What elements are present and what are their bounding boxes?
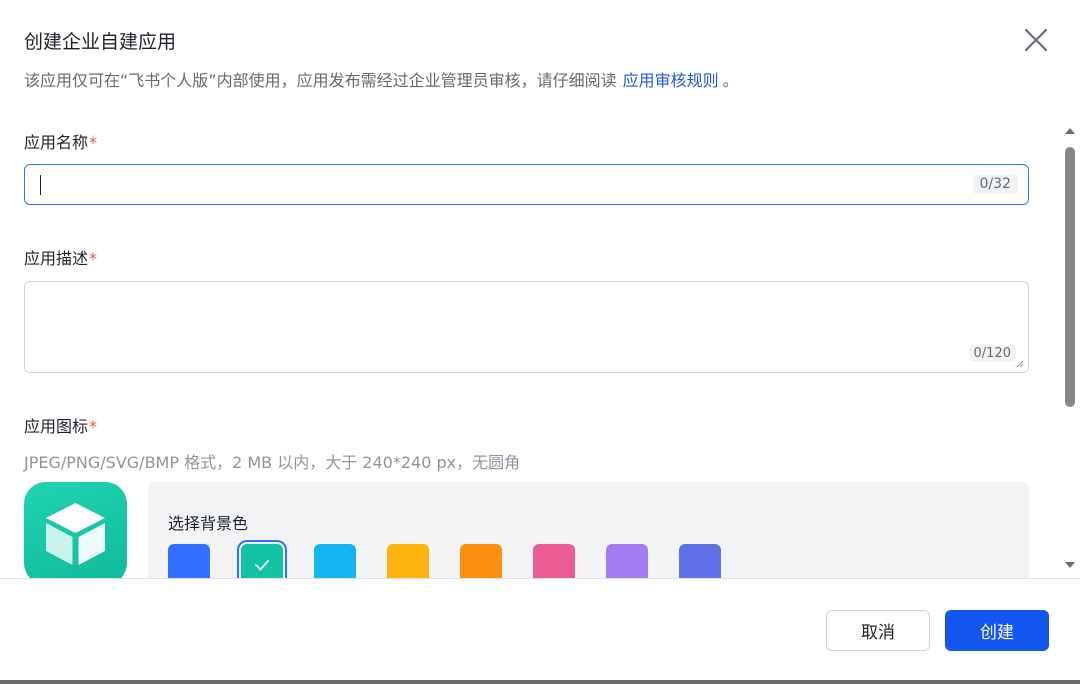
- required-mark: *: [89, 417, 98, 436]
- color-swatch[interactable]: [314, 544, 356, 578]
- window-bottom-edge: [0, 680, 1080, 684]
- color-swatch[interactable]: [168, 544, 210, 578]
- color-swatch[interactable]: [679, 544, 721, 578]
- dialog-subtitle: 该应用仅可在“飞书个人版”内部使用，应用发布需经过企业管理员审核，请仔细阅读 应用…: [24, 67, 739, 91]
- required-mark: *: [89, 249, 98, 268]
- color-swatch[interactable]: [533, 544, 575, 578]
- cancel-button[interactable]: 取消: [826, 610, 930, 651]
- form-scroll-area: 应用名称* 0/32 应用描述* 0/120 应用图标* JPEG/PNG/SV…: [0, 120, 1080, 578]
- app-description-label: 应用描述*: [24, 245, 97, 269]
- app-name-label: 应用名称*: [24, 129, 97, 153]
- app-icon-hint: JPEG/PNG/SVG/BMP 格式，2 MB 以内，大于 240*240 p…: [24, 453, 521, 472]
- color-swatch-list: [168, 540, 752, 578]
- color-swatch[interactable]: [606, 544, 648, 578]
- app-icon-label-text: 应用图标: [24, 417, 89, 436]
- scroll-up-arrow-icon[interactable]: [1065, 128, 1075, 134]
- dialog-title: 创建企业自建应用: [24, 31, 177, 53]
- close-icon: [1025, 29, 1047, 51]
- create-button[interactable]: 创建: [945, 610, 1049, 651]
- app-icon-label: 应用图标*: [24, 413, 97, 437]
- app-description-label-text: 应用描述: [24, 249, 89, 268]
- app-description-counter: 0/120: [968, 345, 1016, 362]
- cube-icon: [46, 503, 105, 565]
- review-rules-link[interactable]: 应用审核规则: [623, 71, 719, 90]
- app-name-input[interactable]: 0/32: [24, 164, 1029, 205]
- check-icon: [255, 560, 269, 571]
- color-swatch[interactable]: [460, 544, 502, 578]
- text-caret: [40, 175, 41, 195]
- color-swatch[interactable]: [237, 540, 287, 578]
- scroll-down-arrow-icon[interactable]: [1065, 562, 1075, 568]
- app-description-textarea[interactable]: 0/120: [24, 281, 1029, 373]
- close-button[interactable]: [1020, 24, 1052, 56]
- app-icon-preview[interactable]: [24, 482, 127, 578]
- subtitle-text: 该应用仅可在“飞书个人版”内部使用，应用发布需经过企业管理员审核，请仔细阅读: [24, 71, 617, 90]
- required-mark: *: [89, 133, 98, 152]
- dialog-footer: 取消 创建: [0, 578, 1080, 684]
- resize-handle-icon[interactable]: [1016, 360, 1024, 368]
- app-name-label-text: 应用名称: [24, 133, 89, 152]
- app-name-counter: 0/32: [972, 174, 1018, 194]
- subtitle-end: 。: [722, 71, 739, 90]
- background-color-title: 选择背景色: [168, 514, 249, 533]
- color-swatch[interactable]: [387, 544, 429, 578]
- create-app-dialog: 创建企业自建应用 该应用仅可在“飞书个人版”内部使用，应用发布需经过企业管理员审…: [0, 0, 1080, 684]
- scrollbar-thumb[interactable]: [1065, 147, 1075, 407]
- background-color-panel: 选择背景色: [148, 482, 1029, 578]
